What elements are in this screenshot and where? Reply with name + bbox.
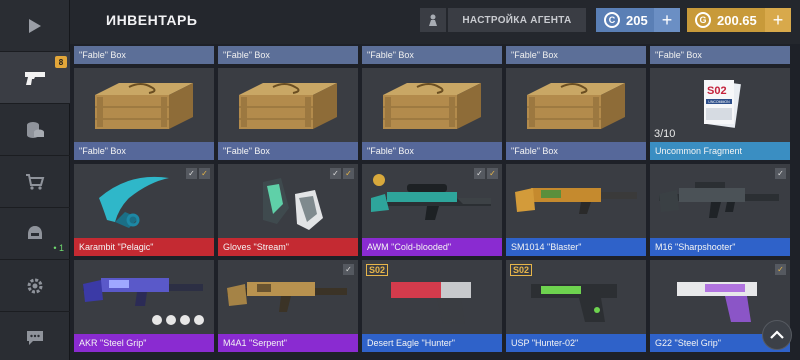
inventory-item[interactable]: ✓ ✓ AWM "Cold-blooded" <box>362 164 502 256</box>
agent-settings-button[interactable]: НАСТРОЙКА АГЕНТА <box>448 8 586 32</box>
agent-helmet-icon <box>28 225 42 239</box>
inventory-item[interactable]: AKR "Steel Grip" <box>74 260 214 352</box>
currency-silver: C 205 + <box>596 8 680 32</box>
crate-icon <box>95 83 193 129</box>
shotgun-icon <box>515 188 637 214</box>
rifle-icon <box>83 278 204 325</box>
inventory-new-badge: 8 <box>55 56 67 68</box>
agent-icon-button[interactable] <box>420 8 446 32</box>
rifle-icon <box>659 182 779 218</box>
silver-amount: 205 <box>626 12 648 28</box>
inventory-item[interactable]: ✓ ✓ Gloves "Stream" <box>218 164 358 256</box>
currency-gold: G 200.65 + <box>687 8 791 32</box>
gold-amount: 200.65 <box>717 12 757 28</box>
item-name: M4A1 "Serpent" <box>218 334 358 352</box>
svg-text:S02: S02 <box>707 85 727 97</box>
silver-coin-icon: C <box>604 12 620 28</box>
top-strip-label: "Fable" Box <box>650 46 790 64</box>
pistol-icon <box>531 284 617 322</box>
inventory-item[interactable]: S02 USP "Hunter-02" <box>506 260 646 352</box>
add-gold-button[interactable]: + <box>765 8 791 32</box>
item-name: "Fable" Box <box>506 142 646 160</box>
inventory-screen: 8 • 1 ИНВЕНТАРЬ НАСТРОЙКА АГЕНТА C 205 + <box>0 0 800 360</box>
inventory-item[interactable]: S02 UNCOMMON 3/10 Uncommon Fragment <box>650 68 790 160</box>
crate-icon <box>383 83 481 129</box>
gold-coin-icon: G <box>695 12 711 28</box>
item-name: "Fable" Box <box>362 142 502 160</box>
chevron-up-icon <box>770 330 784 339</box>
gear-icon <box>27 278 43 293</box>
top-strip-label: "Fable" Box <box>506 46 646 64</box>
rifle-icon <box>227 282 347 312</box>
inventory-item[interactable]: "Fable" Box <box>362 68 502 160</box>
item-name: AKR "Steel Grip" <box>74 334 214 352</box>
play-icon <box>29 18 41 33</box>
inventory-item[interactable]: ✓ M16 "Sharpshooter" <box>650 164 790 256</box>
gloves-icon <box>263 178 323 230</box>
inventory-item[interactable]: ✓ M4A1 "Serpent" <box>218 260 358 352</box>
item-name: SM1014 "Blaster" <box>506 238 646 256</box>
item-name: M16 "Sharpshooter" <box>650 238 790 256</box>
agent-figure-icon <box>429 14 437 26</box>
karambit-icon <box>99 176 169 228</box>
svg-text:UNCOMMON: UNCOMMON <box>708 100 730 104</box>
header: ИНВЕНТАРЬ НАСТРОЙКА АГЕНТА C 205 + G 200… <box>70 0 800 44</box>
cart-icon <box>26 173 45 190</box>
item-name: Uncommon Fragment <box>650 142 790 160</box>
sidebar-item-shop[interactable] <box>0 156 70 208</box>
pistol-nav-icon <box>25 71 45 85</box>
add-silver-button[interactable]: + <box>654 8 680 32</box>
item-name: "Fable" Box <box>218 142 358 160</box>
top-strip-label: "Fable" Box <box>362 46 502 64</box>
item-name: USP "Hunter-02" <box>506 334 646 352</box>
sidebar-item-chat[interactable] <box>0 312 70 360</box>
agents-count: • 1 <box>53 243 64 253</box>
crate-icon <box>239 83 337 129</box>
sidebar-play-button[interactable] <box>0 0 70 52</box>
sidebar-item-inventory[interactable]: 8 <box>0 52 70 104</box>
top-strip-label: "Fable" Box <box>74 46 214 64</box>
sidebar: 8 • 1 <box>0 0 70 360</box>
coin-stack-icon <box>27 121 44 138</box>
item-name: "Fable" Box <box>74 142 214 160</box>
inventory-grid: "Fable" Box "Fable" Box "Fable" Box "Fab… <box>74 46 800 360</box>
inventory-item[interactable]: "Fable" Box <box>506 68 646 160</box>
chat-icon <box>27 331 43 345</box>
crate-icon <box>527 83 625 129</box>
inventory-item[interactable]: "Fable" Box <box>218 68 358 160</box>
pistol-icon <box>677 282 757 322</box>
sidebar-item-coins[interactable] <box>0 104 70 156</box>
item-name: Desert Eagle "Hunter" <box>362 334 502 352</box>
sidebar-item-settings[interactable] <box>0 260 70 312</box>
item-name: Karambit "Pelagic" <box>74 238 214 256</box>
fragment-card-icon: S02 UNCOMMON <box>704 80 741 128</box>
sidebar-item-agents[interactable]: • 1 <box>0 208 70 260</box>
inventory-item[interactable]: S02 Desert Eagle "Hunter" <box>362 260 502 352</box>
item-name: AWM "Cold-blooded" <box>362 238 502 256</box>
pistol-icon <box>391 282 471 324</box>
fragment-progress: 3/10 <box>654 128 676 140</box>
page-title: ИНВЕНТАРЬ <box>106 12 198 28</box>
inventory-item[interactable]: ✓ ✓ Karambit "Pelagic" <box>74 164 214 256</box>
sniper-rifle-icon <box>371 174 491 220</box>
scroll-to-top-button[interactable] <box>762 320 792 350</box>
inventory-item[interactable]: SM1014 "Blaster" <box>506 164 646 256</box>
item-name: Gloves "Stream" <box>218 238 358 256</box>
top-strip-label: "Fable" Box <box>218 46 358 64</box>
inventory-item[interactable]: "Fable" Box <box>74 68 214 160</box>
